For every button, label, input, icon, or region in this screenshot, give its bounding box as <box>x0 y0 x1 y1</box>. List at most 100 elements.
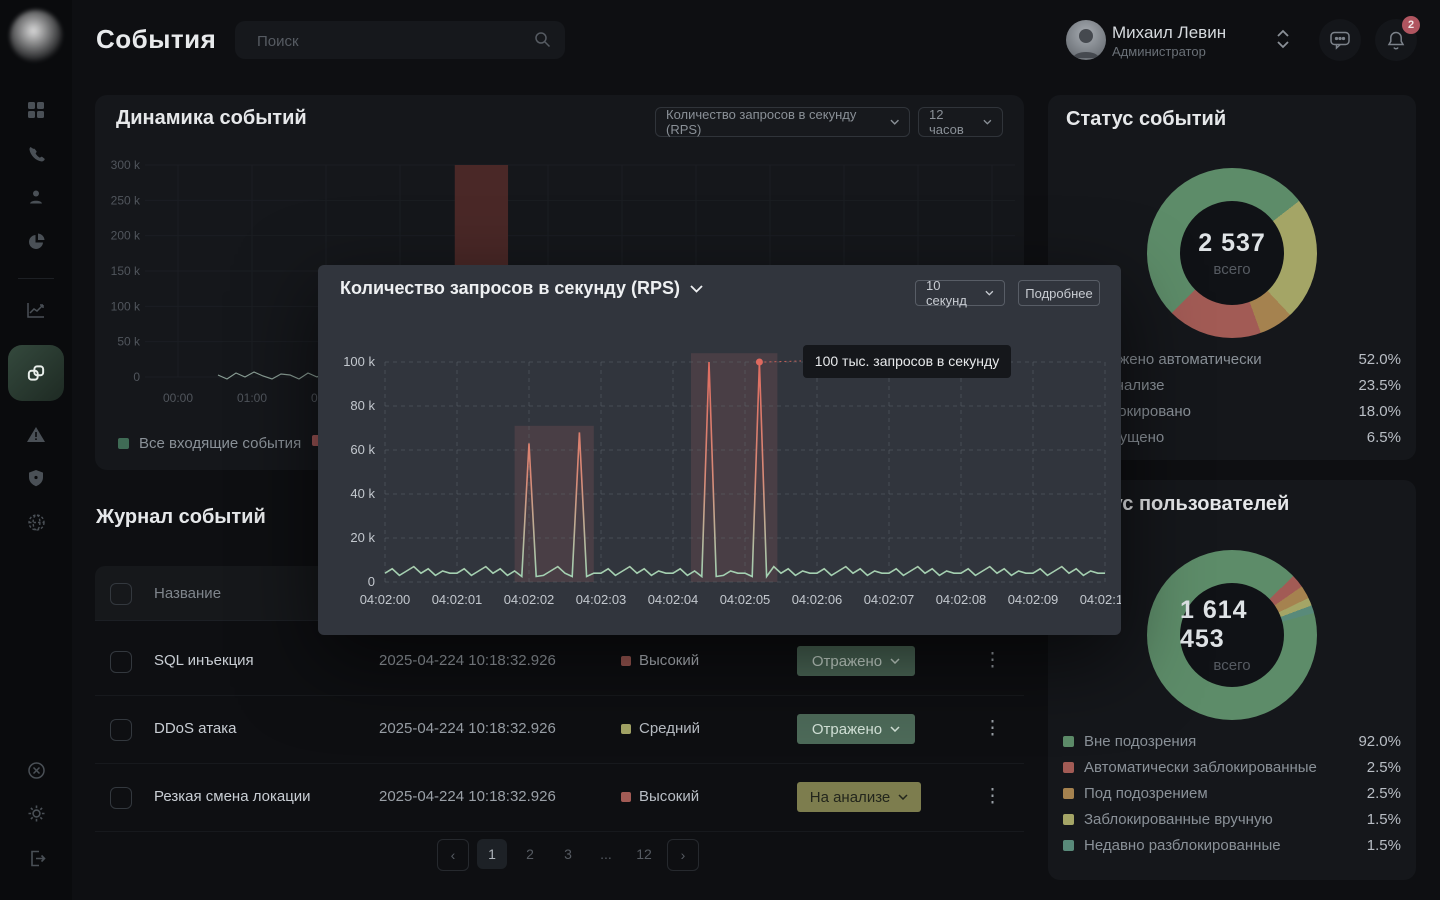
pagination-next[interactable]: › <box>667 839 699 871</box>
metric-select[interactable]: Количество запросов в секунду (RPS) <box>655 107 910 137</box>
users-legend-row: Вне подозрения 92.0% <box>1063 733 1401 750</box>
events-total: 2 537 <box>1198 229 1266 258</box>
range-select[interactable]: 12 часов <box>918 107 1003 137</box>
select-all-checkbox[interactable] <box>110 583 132 605</box>
svg-text:50 k: 50 k <box>117 335 141 349</box>
users-legend-row: Автоматически заблокированные 2.5% <box>1063 759 1401 776</box>
pagination-page-2[interactable]: 2 <box>515 839 545 869</box>
severity-swatch <box>621 724 631 734</box>
severity-label: Средний <box>639 720 700 737</box>
globe-icon <box>27 513 46 532</box>
svg-text:0: 0 <box>133 370 140 384</box>
chevron-down-icon <box>890 658 900 664</box>
shield-icon <box>27 469 45 488</box>
sidebar-item-security[interactable] <box>16 458 56 498</box>
search-input[interactable] <box>255 21 529 61</box>
chevron-down-icon <box>898 794 908 800</box>
grid-icon <box>27 101 45 119</box>
row-checkbox[interactable] <box>110 719 132 741</box>
sidebar-item-settings[interactable] <box>16 793 56 833</box>
events-log-title: Журнал событий <box>96 506 266 529</box>
messages-button[interactable] <box>1319 19 1361 61</box>
pie-chart-icon <box>27 232 46 251</box>
sidebar-item-reports[interactable] <box>16 221 56 261</box>
sidebar-item-support[interactable] <box>16 750 56 790</box>
events-total-label: всего <box>1213 261 1250 278</box>
bell-icon <box>1386 30 1406 51</box>
event-timestamp: 2025-04-224 10:18:32.926 <box>379 788 556 805</box>
app-logo <box>10 10 62 62</box>
pagination-page-3[interactable]: 3 <box>553 839 583 869</box>
chevron-down-icon <box>983 119 992 125</box>
svg-text:00:00: 00:00 <box>163 391 193 405</box>
user-role: Администратор <box>1112 44 1206 59</box>
svg-text:04:02:06: 04:02:06 <box>792 592 843 607</box>
search-icon[interactable] <box>534 31 551 48</box>
sidebar-item-logout[interactable] <box>16 838 56 878</box>
line-chart-icon <box>26 300 46 320</box>
svg-text:20 k: 20 k <box>350 530 375 545</box>
sidebar-item-events-active[interactable] <box>8 345 64 401</box>
row-checkbox[interactable] <box>110 787 132 809</box>
severity-label: Высокий <box>639 788 699 805</box>
pagination-page-12[interactable]: 12 <box>629 839 659 869</box>
notification-badge: 2 <box>1402 16 1420 34</box>
event-timestamp: 2025-04-224 10:18:32.926 <box>379 652 556 669</box>
rps-chart: 100 k80 k60 k40 k20 k004:02:0004:02:0104… <box>318 265 1121 625</box>
users-status-donut: 1 614 453 всего <box>1147 550 1317 720</box>
svg-text:01:00: 01:00 <box>237 391 267 405</box>
notifications-button[interactable]: 2 <box>1375 19 1417 61</box>
svg-text:04:02:08: 04:02:08 <box>936 592 987 607</box>
row-checkbox[interactable] <box>110 651 132 673</box>
sidebar-item-analytics[interactable] <box>16 290 56 330</box>
chart-tooltip: 100 тыс. запросов в секунду <box>803 345 1011 378</box>
row-menu-button[interactable]: ⋮ <box>983 649 1002 673</box>
table-row[interactable]: DDoS атака 2025-04-224 10:18:32.926 Сред… <box>95 695 1024 764</box>
sidebar-item-calls[interactable] <box>16 134 56 174</box>
phone-icon <box>27 145 46 164</box>
status-dropdown[interactable]: На анализе <box>797 782 921 812</box>
sidebar-item-users[interactable] <box>16 177 56 217</box>
users-legend-row: Под подозрением 2.5% <box>1063 785 1401 802</box>
gear-icon <box>27 804 46 823</box>
severity-swatch <box>621 656 631 666</box>
page-title: События <box>96 24 216 55</box>
sidebar-item-alerts[interactable] <box>16 415 56 455</box>
event-name: DDoS атака <box>154 720 236 737</box>
pagination-ellipsis: ... <box>591 839 621 869</box>
sidebar <box>0 0 72 900</box>
svg-text:04:02:00: 04:02:00 <box>360 592 411 607</box>
user-icon <box>27 188 45 206</box>
sidebar-item-network[interactable] <box>16 502 56 542</box>
row-menu-button[interactable]: ⋮ <box>983 785 1002 809</box>
svg-text:200 k: 200 k <box>111 229 141 243</box>
user-menu-toggle[interactable] <box>1276 28 1290 50</box>
svg-text:04:02:01: 04:02:01 <box>432 592 483 607</box>
status-events-donut: 2 537 всего <box>1147 168 1317 338</box>
pagination-prev[interactable]: ‹ <box>437 839 469 871</box>
users-total: 1 614 453 <box>1180 596 1284 654</box>
table-row[interactable]: SQL инъекция 2025-04-224 10:18:32.926 Вы… <box>95 627 1024 696</box>
svg-text:60 k: 60 k <box>350 442 375 457</box>
events-layers-icon <box>25 362 47 384</box>
table-row[interactable]: Резкая смена локации 2025-04-224 10:18:3… <box>95 763 1024 832</box>
warning-triangle-icon <box>26 425 46 445</box>
avatar[interactable] <box>1066 20 1106 60</box>
sidebar-item-dashboard[interactable] <box>16 90 56 130</box>
severity-label: Высокий <box>639 652 699 669</box>
users-legend-row: Заблокированные вручную 1.5% <box>1063 811 1401 828</box>
pagination-page-1[interactable]: 1 <box>477 839 507 869</box>
svg-text:04:02:09: 04:02:09 <box>1008 592 1059 607</box>
status-dropdown[interactable]: Отражено <box>797 646 915 676</box>
status-dropdown[interactable]: Отражено <box>797 714 915 744</box>
svg-text:100 k: 100 k <box>343 354 375 369</box>
chevron-down-icon <box>890 119 899 125</box>
users-total-label: всего <box>1213 657 1250 674</box>
svg-text:04:02:03: 04:02:03 <box>576 592 627 607</box>
svg-text:04:02:04: 04:02:04 <box>648 592 699 607</box>
chat-bubble-icon <box>1329 30 1351 50</box>
row-menu-button[interactable]: ⋮ <box>983 717 1002 741</box>
svg-text:04:02:07: 04:02:07 <box>864 592 915 607</box>
pagination: ‹ 1 2 3 ... 12 › <box>437 839 699 871</box>
avatar-silhouette <box>1066 20 1106 60</box>
